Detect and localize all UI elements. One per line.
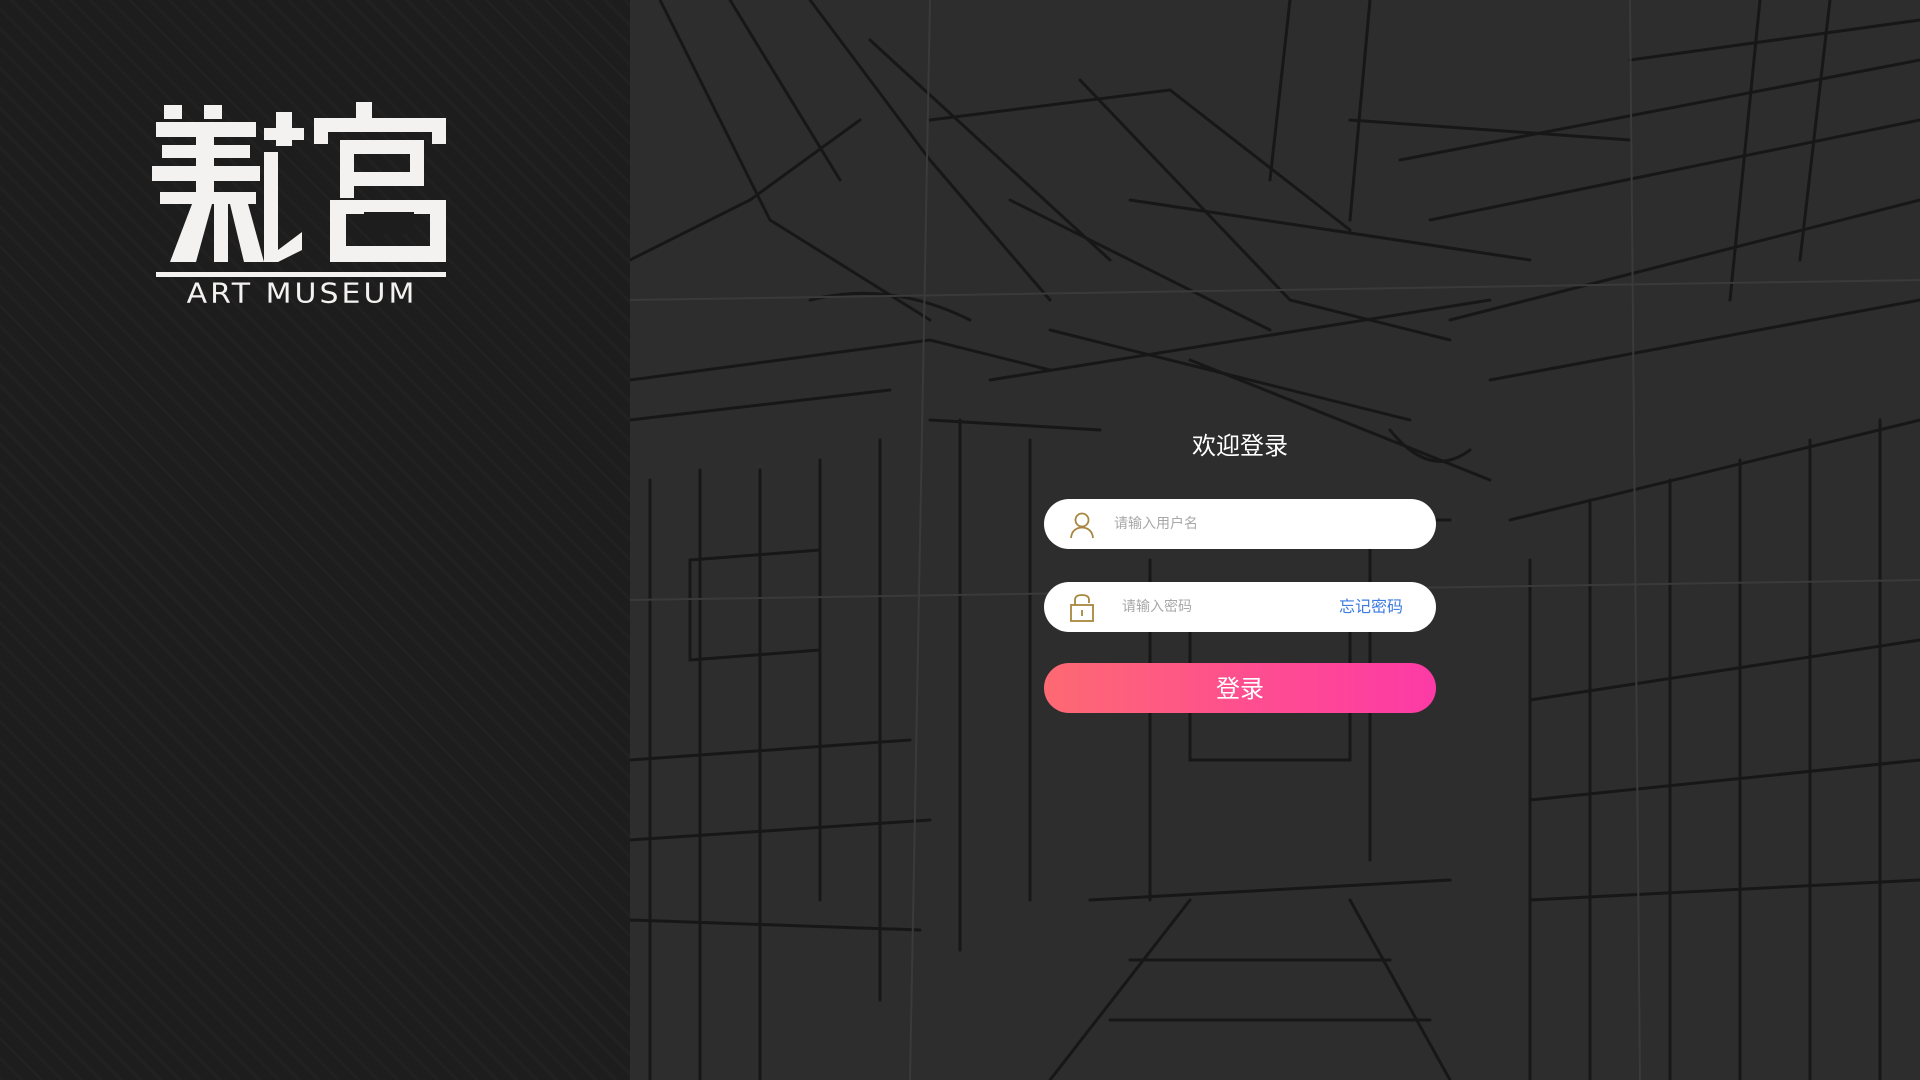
logo-divider xyxy=(156,272,446,277)
forgot-password-link[interactable]: 忘记密码 xyxy=(1339,582,1403,632)
art-museum-logo: ART MUSEUM xyxy=(152,100,452,310)
password-field[interactable]: 忘记密码 xyxy=(1044,582,1436,632)
password-input[interactable] xyxy=(1122,582,1322,632)
lock-icon xyxy=(1070,594,1094,622)
login-button[interactable]: 登录 xyxy=(1044,663,1436,713)
user-icon xyxy=(1070,512,1094,539)
username-field[interactable] xyxy=(1044,499,1436,549)
brand-panel: ART MUSEUM xyxy=(0,0,630,1080)
login-form: 欢迎登录 忘记密码 登录 xyxy=(1044,430,1436,713)
logo-chinese-mark xyxy=(152,102,446,262)
login-title: 欢迎登录 xyxy=(1192,432,1288,460)
username-input[interactable] xyxy=(1114,499,1414,549)
logo-english-text: ART MUSEUM xyxy=(186,277,418,310)
login-page: ART MUSEUM 欢迎登录 请输入用户名 忘记密码 登录 xyxy=(0,0,1920,1080)
